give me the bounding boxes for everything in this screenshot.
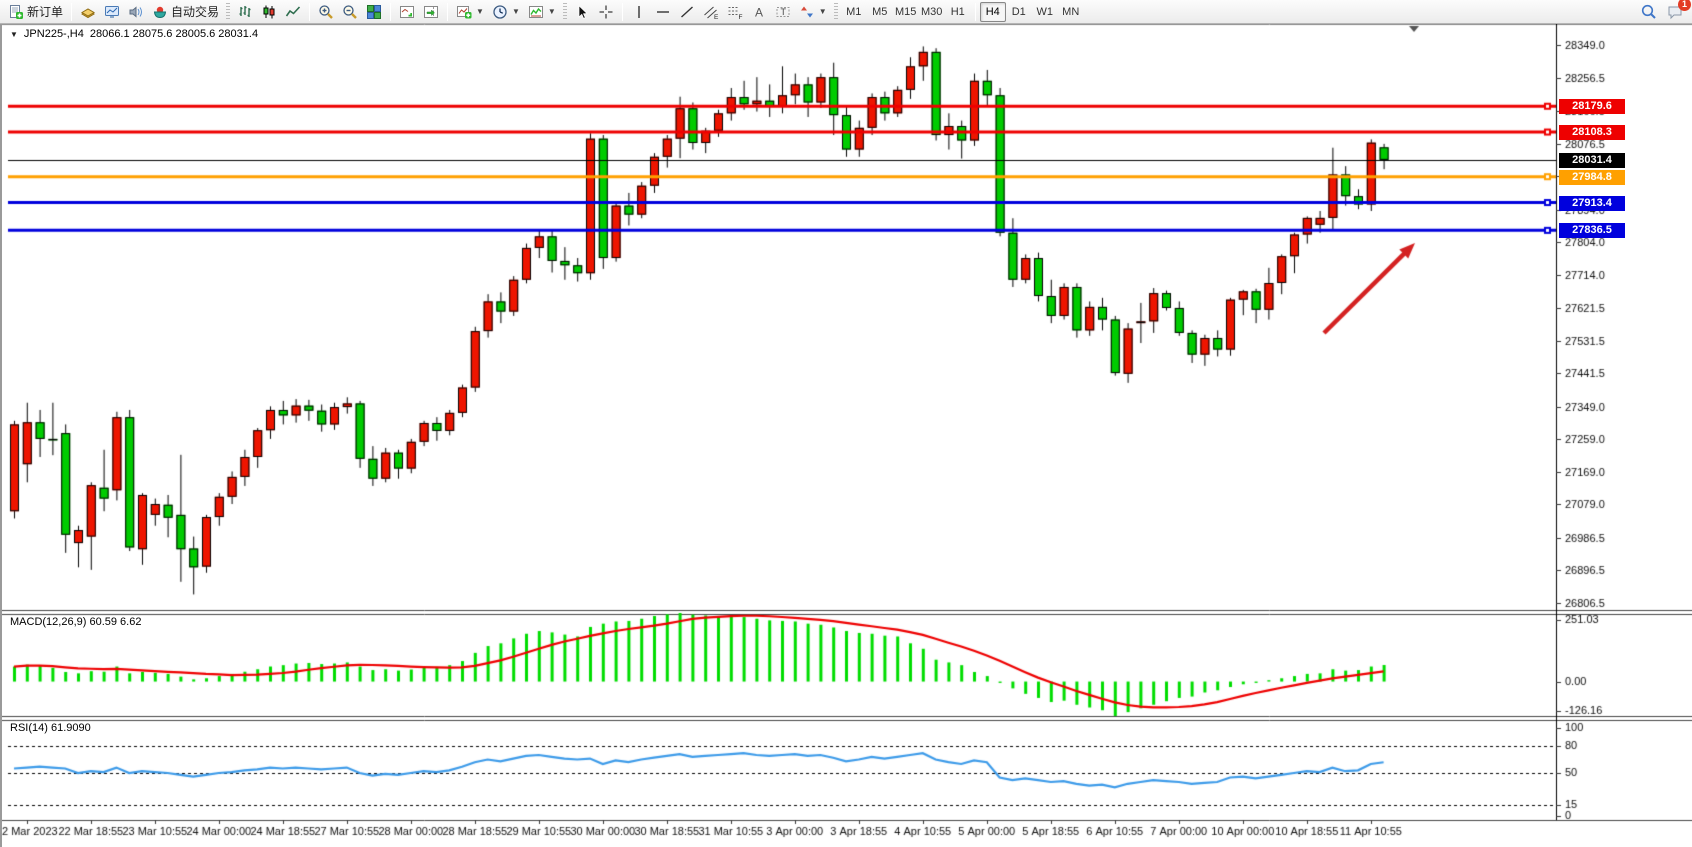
toolbar-grip	[834, 3, 838, 21]
chevron-down-icon[interactable]: ▼	[512, 7, 520, 16]
vline-tool-button[interactable]	[627, 1, 651, 23]
toolbar-separator	[447, 3, 448, 21]
chart-window: ▼ JPN225-,H4 28066.1 28075.6 28005.6 280…	[0, 24, 1692, 847]
doc-plus-icon	[8, 4, 24, 20]
auto-trading-button-label: 自动交易	[171, 3, 219, 20]
timeframe-mn-button[interactable]: MN	[1058, 2, 1084, 22]
autoscroll-icon	[399, 4, 415, 20]
toolbar-separator	[975, 3, 976, 21]
chartplus-icon	[456, 4, 472, 20]
price-level-badge: 28108.3	[1559, 125, 1625, 140]
chevron-down-icon[interactable]: ▼	[548, 7, 556, 16]
new-chart-button[interactable]: ▼	[452, 1, 488, 23]
cursor-icon	[574, 4, 590, 20]
notification-count-badge: 1	[1678, 0, 1691, 11]
zoomin-icon	[318, 4, 334, 20]
svg-text:T: T	[780, 7, 786, 17]
svg-text:A: A	[755, 5, 763, 19]
crosshair-tool-button[interactable]	[594, 1, 618, 23]
new-order-button-label: 新订单	[27, 3, 63, 20]
chart-title-bar: ▼ JPN225-,H4 28066.1 28075.6 28005.6 280…	[10, 28, 258, 40]
rsi-indicator-label: RSI(14) 61.9090	[10, 722, 91, 734]
indicators-button[interactable]: ▼	[524, 1, 560, 23]
label-tool-button[interactable]: T	[771, 1, 795, 23]
price-level-badge: 28179.6	[1559, 99, 1625, 114]
fibo-tool-button[interactable]: F	[723, 1, 747, 23]
vline-icon	[631, 4, 647, 20]
candle-chart-mode-button[interactable]	[257, 1, 281, 23]
svg-text:F: F	[738, 14, 742, 20]
zoom-in-button[interactable]	[314, 1, 338, 23]
timeframe-m15-button[interactable]: M15	[893, 2, 919, 22]
monitor-icon	[104, 4, 120, 20]
toolbar-grip	[226, 3, 230, 21]
tline-icon	[679, 4, 695, 20]
toolbar-separator	[71, 3, 72, 21]
crosshair-icon	[598, 4, 614, 20]
cursor-tool-button[interactable]	[570, 1, 594, 23]
toolbar-separator	[309, 3, 310, 21]
pot-icon	[152, 4, 168, 20]
shapes-icon	[799, 4, 815, 20]
chevron-down-icon[interactable]: ▼	[476, 7, 484, 16]
channel-icon: E	[703, 4, 719, 20]
bars-icon	[237, 4, 253, 20]
chevron-down-icon[interactable]: ▼	[819, 7, 827, 16]
timeframe-m5-button[interactable]: M5	[867, 2, 893, 22]
labelT-icon: T	[775, 4, 791, 20]
price-level-badge: 27984.8	[1559, 170, 1625, 185]
auto-scroll-button[interactable]	[395, 1, 419, 23]
alerts-button[interactable]	[124, 1, 148, 23]
zoomout-icon	[342, 4, 358, 20]
textA-icon: A	[751, 4, 767, 20]
channel-tool-button[interactable]: E	[699, 1, 723, 23]
indicator-icon	[528, 4, 544, 20]
clock-icon	[492, 4, 508, 20]
symbol-timeframe-label: JPN225-,H4	[24, 28, 84, 40]
hline-tool-button[interactable]	[651, 1, 675, 23]
toolbar-separator	[390, 3, 391, 21]
macd-indicator-label: MACD(12,26,9) 60.59 6.62	[10, 616, 141, 628]
chart-shift-button[interactable]	[419, 1, 443, 23]
gold-icon	[80, 4, 96, 20]
tiles-icon	[366, 4, 382, 20]
bar-chart-mode-button[interactable]	[233, 1, 257, 23]
timeframe-m1-button[interactable]: M1	[841, 2, 867, 22]
chartshift-icon	[423, 4, 439, 20]
chevron-down-icon[interactable]: ▼	[10, 30, 18, 39]
ohlc-values: 28066.1 28075.6 28005.6 28031.4	[90, 28, 258, 40]
notifications-button[interactable]: 1	[1662, 1, 1688, 23]
toolbar-grip	[563, 3, 567, 21]
toolbar-separator	[622, 3, 623, 21]
tile-windows-button[interactable]	[362, 1, 386, 23]
market-watch-button[interactable]	[76, 1, 100, 23]
periods-button[interactable]: ▼	[488, 1, 524, 23]
timeframe-w1-button[interactable]: W1	[1032, 2, 1058, 22]
price-level-badge: 27913.4	[1559, 196, 1625, 211]
search-button[interactable]	[1636, 1, 1662, 23]
line-chart-mode-button[interactable]	[281, 1, 305, 23]
timeframe-h4-button[interactable]: H4	[980, 2, 1006, 22]
current-price-badge: 28031.4	[1559, 153, 1625, 168]
arrows-tool-button[interactable]: ▼	[795, 1, 831, 23]
zoom-out-button[interactable]	[338, 1, 362, 23]
speaker-icon	[128, 4, 144, 20]
timeframe-m30-button[interactable]: M30	[919, 2, 945, 22]
hline-icon	[655, 4, 671, 20]
price-level-badge: 27836.5	[1559, 223, 1625, 238]
svg-text:E: E	[714, 14, 719, 20]
linechart-icon	[285, 4, 301, 20]
candles-icon	[261, 4, 277, 20]
new-order-button[interactable]: 新订单	[4, 1, 67, 23]
price-chart-canvas[interactable]	[2, 24, 1692, 847]
timeframe-d1-button[interactable]: D1	[1006, 2, 1032, 22]
trendline-tool-button[interactable]	[675, 1, 699, 23]
auto-trading-button[interactable]: 自动交易	[148, 1, 223, 23]
text-tool-button[interactable]: A	[747, 1, 771, 23]
timeframe-h1-button[interactable]: H1	[945, 2, 971, 22]
navigator-button[interactable]	[100, 1, 124, 23]
fibo-icon: F	[727, 4, 743, 20]
toolbar: 新订单 自动交易 ▼ ▼ ▼ E F A T ▼ M1M5M15M30H1 H4D1W1MN 1	[0, 0, 1692, 24]
